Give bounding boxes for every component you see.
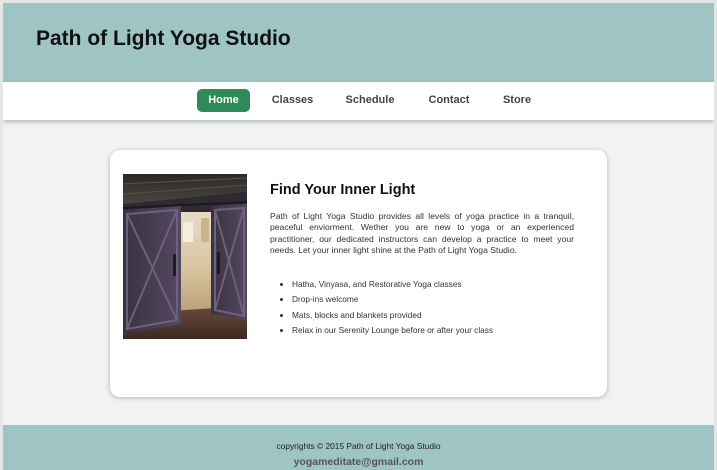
copyright-text: copyrights © 2015 Path of Light Yoga Stu…: [276, 441, 441, 451]
nav-schedule[interactable]: Schedule: [341, 89, 399, 112]
feature-list: Hatha, Vinyasa, and Restorative Yoga cla…: [292, 277, 582, 338]
site-title: Path of Light Yoga Studio: [36, 27, 291, 50]
nav-home[interactable]: Home: [197, 89, 250, 112]
nav-store[interactable]: Store: [497, 89, 537, 112]
feature-item: Drop-ins welcome: [292, 292, 582, 307]
studio-door-illustration: [123, 174, 247, 339]
intro-card: Find Your Inner Light Path of Light Yoga…: [110, 150, 607, 397]
main-nav: Home Classes Schedule Contact Store: [3, 82, 714, 120]
studio-description: Path of Light Yoga Studio provides all l…: [270, 211, 574, 255]
site-header: Path of Light Yoga Studio: [3, 3, 714, 82]
page-frame: Path of Light Yoga Studio Home Classes S…: [0, 0, 717, 470]
nav-contact[interactable]: Contact: [423, 89, 475, 112]
nav-classes[interactable]: Classes: [265, 89, 320, 112]
contact-email-link[interactable]: yogameditate@gmail.com: [3, 456, 714, 468]
feature-item: Relax in our Serenity Lounge before or a…: [292, 323, 582, 338]
section-heading: Find Your Inner Light: [270, 182, 416, 198]
feature-item: Hatha, Vinyasa, and Restorative Yoga cla…: [292, 277, 582, 292]
feature-item: Mats, blocks and blankets provided: [292, 308, 582, 323]
studio-door-photo: [123, 174, 247, 339]
site-footer: copyrights © 2015 Path of Light Yoga Stu…: [3, 425, 714, 470]
